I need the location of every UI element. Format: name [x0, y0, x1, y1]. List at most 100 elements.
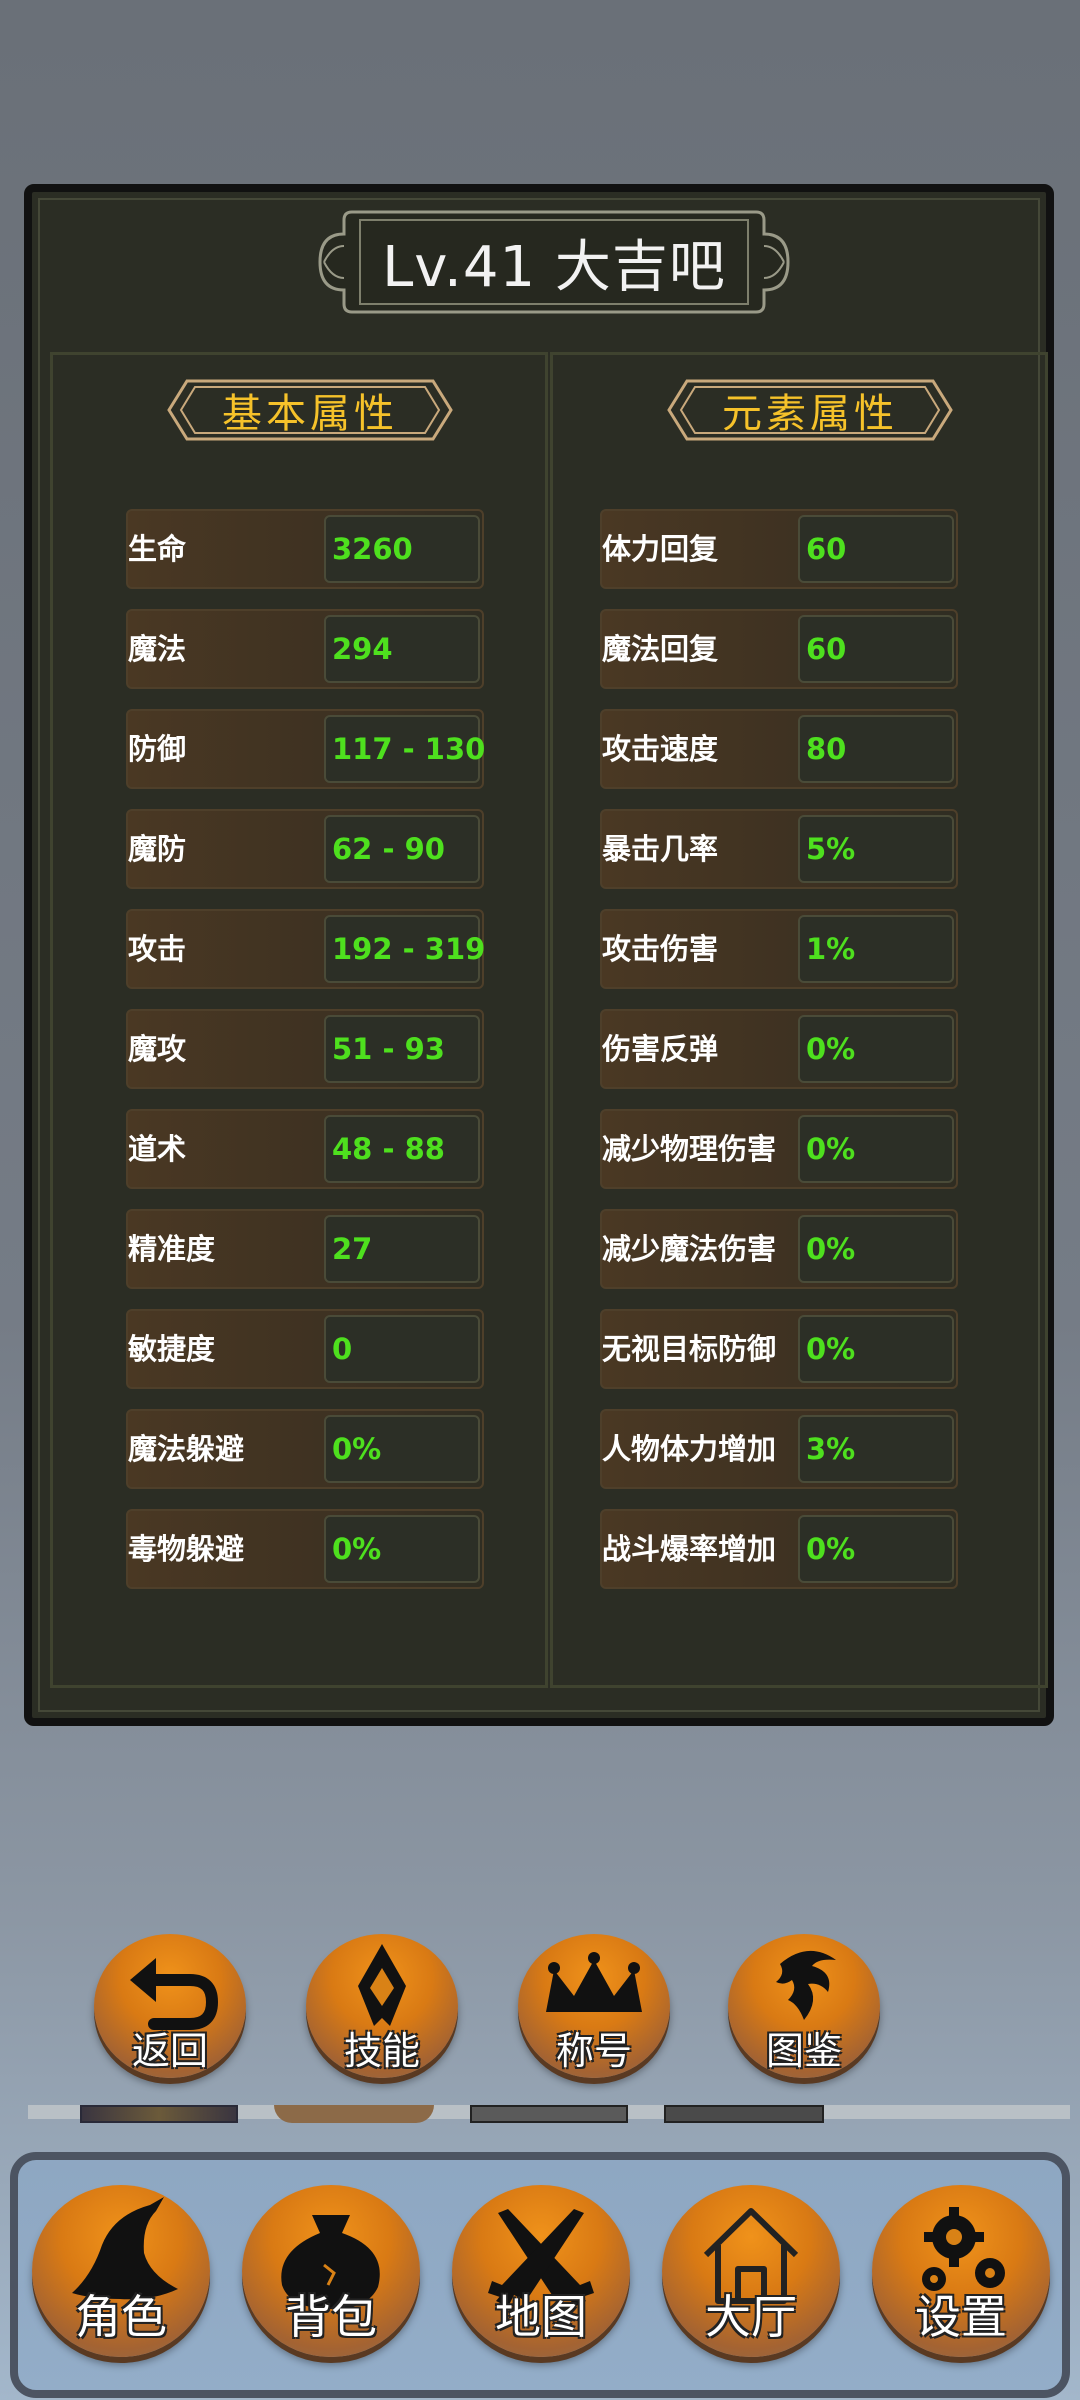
stat-label: 攻击	[128, 932, 187, 966]
stat-value: 0	[332, 1332, 353, 1366]
skill-button[interactable]: 技能	[306, 1934, 458, 2078]
nav-character-button[interactable]: 角色	[32, 2185, 210, 2357]
codex-button[interactable]: 图鉴	[728, 1934, 880, 2078]
stat-value-box: 294	[324, 615, 480, 683]
stat-label: 战斗爆率增加	[602, 1532, 777, 1566]
stat-label: 体力回复	[602, 532, 719, 566]
stat-value: 5%	[806, 832, 856, 866]
thumbnail-item[interactable]	[470, 2105, 628, 2123]
nav-map-button[interactable]: 地图	[452, 2185, 630, 2357]
nav-hall-label: 大厅	[705, 2290, 797, 2344]
nav-settings-button[interactable]: 设置	[872, 2185, 1050, 2357]
skill-label: 技能	[343, 2029, 420, 2073]
stat-label: 魔攻	[128, 1032, 187, 1066]
stat-row-mp: 魔法 294	[126, 609, 484, 689]
nav-settings-label: 设置	[915, 2290, 1007, 2344]
stat-row-poison-evasion: 毒物躲避 0%	[126, 1509, 484, 1589]
stat-row-mp-regen: 魔法回复 60	[600, 609, 958, 689]
thumbnail-item[interactable]	[274, 2105, 434, 2123]
stat-row-hp: 生命 3260	[126, 509, 484, 589]
stat-value: 0%	[332, 1432, 382, 1466]
stat-value-box: 192 - 319	[324, 915, 485, 983]
thumbnail-item[interactable]	[80, 2105, 238, 2123]
stat-value-box: 0%	[324, 1415, 480, 1483]
stat-value: 0%	[332, 1532, 382, 1566]
stat-value: 3%	[806, 1432, 856, 1466]
nav-map-label: 地图	[495, 2290, 587, 2344]
stat-label: 精准度	[128, 1232, 216, 1266]
stat-row-defense: 防御 117 - 130	[126, 709, 485, 789]
basic-stats-title: 基本属性	[222, 391, 398, 437]
stat-row-drop-rate: 战斗爆率增加 0%	[600, 1509, 958, 1589]
stat-row-attack-damage: 攻击伤害 1%	[600, 909, 958, 989]
stat-value-box: 60	[798, 515, 954, 583]
stat-value-box: 117 - 130	[324, 715, 485, 783]
return-button[interactable]: 返回	[94, 1934, 246, 2078]
stat-label: 防御	[128, 732, 187, 766]
stat-label: 毒物躲避	[128, 1532, 245, 1566]
stat-value: 27	[332, 1232, 373, 1266]
nav-hall-button[interactable]: 大厅	[662, 2185, 840, 2357]
element-stats-title: 元素属性	[722, 391, 898, 437]
stat-value-box: 3260	[324, 515, 480, 583]
stat-value-box: 27	[324, 1215, 480, 1283]
stat-value-box: 1%	[798, 915, 954, 983]
nav-bag-button[interactable]: 背包	[242, 2185, 420, 2357]
stat-value: 294	[332, 632, 393, 666]
stat-value-box: 0%	[324, 1515, 480, 1583]
stat-label: 人物体力增加	[602, 1432, 777, 1466]
element-stats-header: 元素属性	[665, 377, 955, 443]
stat-label: 攻击速度	[602, 732, 719, 766]
stat-value-box: 5%	[798, 815, 954, 883]
stat-value: 3260	[332, 532, 413, 566]
stat-label: 伤害反弹	[602, 1032, 719, 1066]
return-label: 返回	[131, 2029, 208, 2073]
stat-row-magic-reduction: 减少魔法伤害 0%	[600, 1209, 958, 1289]
stat-row-attack: 攻击 192 - 319	[126, 909, 485, 989]
stat-row-magic-attack: 魔攻 51 - 93	[126, 1009, 484, 1089]
stat-row-hp-regen: 体力回复 60	[600, 509, 958, 589]
stat-value-box: 0	[324, 1315, 480, 1383]
stat-label: 魔防	[128, 832, 187, 866]
stat-value: 1%	[806, 932, 856, 966]
stat-value-box: 0%	[798, 1115, 954, 1183]
stat-row-crit-rate: 暴击几率 5%	[600, 809, 958, 889]
stat-label: 生命	[128, 532, 187, 566]
title-label: 称号	[555, 2029, 632, 2073]
stat-row-damage-reflect: 伤害反弹 0%	[600, 1009, 958, 1089]
stat-value: 117 - 130	[332, 732, 486, 766]
stat-row-accuracy: 精准度 27	[126, 1209, 484, 1289]
stat-label: 敏捷度	[128, 1332, 216, 1366]
stat-value-box: 0%	[798, 1015, 954, 1083]
stat-row-agility: 敏捷度 0	[126, 1309, 484, 1389]
stat-value: 0%	[806, 1232, 856, 1266]
stat-value-box: 0%	[798, 1515, 954, 1583]
stat-label: 魔法	[128, 632, 187, 666]
stat-value-box: 3%	[798, 1415, 954, 1483]
stat-label: 暴击几率	[602, 832, 719, 866]
stat-value: 60	[806, 632, 847, 666]
stat-value-box: 51 - 93	[324, 1015, 480, 1083]
nav-bag-label: 背包	[285, 2290, 377, 2344]
stat-row-magic-defense: 魔防 62 - 90	[126, 809, 484, 889]
stat-value: 60	[806, 532, 847, 566]
stat-label: 无视目标防御	[602, 1332, 777, 1366]
stat-value: 0%	[806, 1132, 856, 1166]
stat-row-physical-reduction: 减少物理伤害 0%	[600, 1109, 958, 1189]
stat-label: 魔法躲避	[128, 1432, 245, 1466]
stat-label: 道术	[128, 1132, 187, 1166]
stat-value-box: 48 - 88	[324, 1115, 480, 1183]
thumbnail-item[interactable]	[664, 2105, 824, 2123]
stat-value: 80	[806, 732, 847, 766]
stat-value: 51 - 93	[332, 1032, 445, 1066]
codex-label: 图鉴	[765, 2029, 842, 2073]
stat-row-magic-evasion: 魔法躲避 0%	[126, 1409, 484, 1489]
title-button[interactable]: 称号	[518, 1934, 670, 2078]
stat-value-box: 0%	[798, 1215, 954, 1283]
stat-value-box: 0%	[798, 1315, 954, 1383]
stat-value: 0%	[806, 1032, 856, 1066]
title-plate: Lv.41 大吉吧	[312, 206, 796, 318]
stat-value: 48 - 88	[332, 1132, 445, 1166]
stat-value-box: 80	[798, 715, 954, 783]
stat-row-ignore-defense: 无视目标防御 0%	[600, 1309, 958, 1389]
